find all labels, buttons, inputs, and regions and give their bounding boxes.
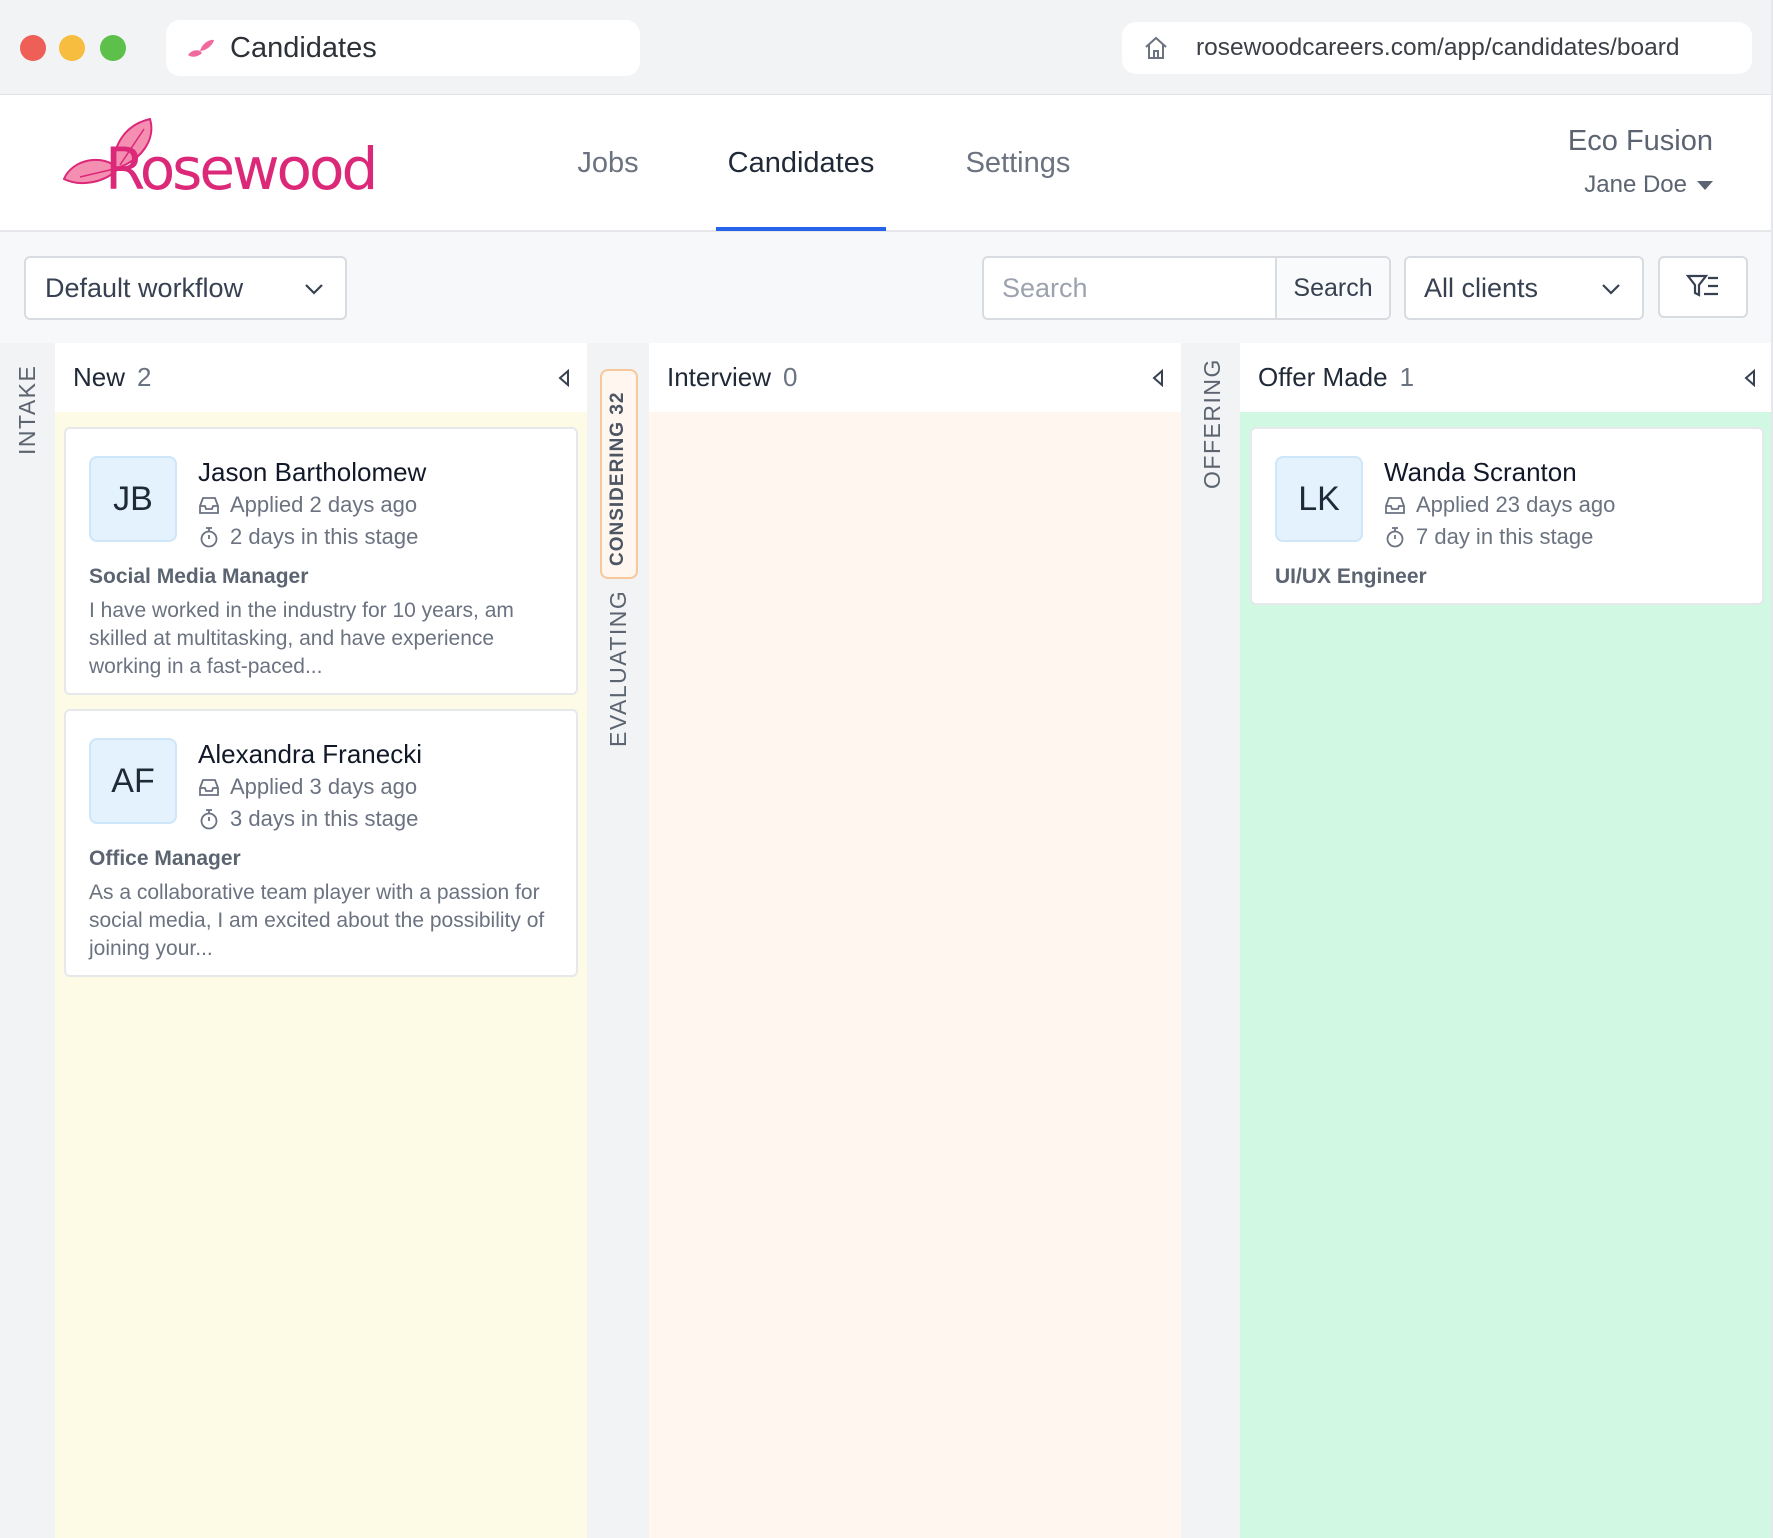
applied-text: Applied 23 days ago bbox=[1416, 492, 1616, 517]
stage-time-text: 2 days in this stage bbox=[230, 524, 419, 549]
app-header: Rosewood Jobs Candidates Settings Eco Fu… bbox=[0, 95, 1771, 232]
column-title: Interview bbox=[667, 362, 772, 392]
home-icon[interactable] bbox=[1142, 34, 1170, 62]
logo-wordmark: Rosewood bbox=[105, 135, 378, 203]
board-toolbar: Default workflow Search All clients bbox=[0, 232, 1771, 343]
chevron-down-icon bbox=[1602, 284, 1620, 295]
stopwatch-icon bbox=[200, 527, 218, 548]
candidate-board: INTAKE New 2 JB Jason Bartholomew Applie… bbox=[0, 343, 1771, 1538]
column-new: New 2 JB Jason Bartholomew Applied 2 day… bbox=[55, 343, 587, 1538]
group-rail-offering: OFFERING bbox=[1181, 343, 1240, 1538]
inbox-icon bbox=[199, 779, 219, 796]
browser-chrome: Candidates rosewoodcareers.com/app/candi… bbox=[0, 0, 1771, 95]
column-header-new: New 2 bbox=[55, 343, 587, 412]
column-title: New bbox=[73, 362, 126, 392]
stopwatch-icon bbox=[1386, 527, 1404, 548]
workflow-select[interactable]: Default workflow bbox=[24, 256, 347, 320]
filter-button[interactable] bbox=[1658, 256, 1748, 318]
company-name: Eco Fusion bbox=[1567, 125, 1713, 157]
nav-jobs[interactable]: Jobs bbox=[560, 95, 656, 232]
clients-select-value: All clients bbox=[1424, 272, 1539, 303]
minimize-window-button[interactable] bbox=[59, 35, 85, 61]
filter-list-icon bbox=[1686, 274, 1718, 297]
caret-down-icon bbox=[1697, 180, 1713, 190]
column-count: 1 bbox=[1399, 362, 1415, 392]
close-window-button[interactable] bbox=[20, 35, 46, 61]
applied-meta: Applied 2 days ago bbox=[198, 492, 417, 518]
avatar: AF bbox=[89, 738, 177, 824]
inbox-icon bbox=[199, 497, 219, 514]
column-header-offer-made: Offer Made 1 bbox=[1240, 343, 1771, 412]
search-button[interactable]: Search bbox=[1275, 258, 1389, 318]
column-title: Offer Made bbox=[1258, 362, 1388, 392]
candidate-name[interactable]: Alexandra Franecki bbox=[198, 739, 422, 770]
search-group: Search bbox=[982, 256, 1391, 320]
candidate-card[interactable]: JB Jason Bartholomew Applied 2 days ago … bbox=[64, 427, 578, 695]
chevron-down-icon bbox=[305, 284, 323, 295]
collapsed-stage-considering[interactable]: CONSIDERING 32 bbox=[600, 369, 638, 579]
group-label-offering: OFFERING bbox=[1199, 358, 1225, 489]
inbox-icon bbox=[1385, 497, 1405, 514]
column-count: 2 bbox=[137, 362, 152, 392]
stage-time-text: 7 day in this stage bbox=[1416, 524, 1594, 549]
group-rail-intake: INTAKE bbox=[0, 343, 55, 1538]
stopwatch-icon bbox=[200, 809, 218, 830]
candidate-role: UI/UX Engineer bbox=[1275, 565, 1427, 588]
nav-candidates[interactable]: Candidates bbox=[716, 95, 886, 232]
applied-meta: Applied 3 days ago bbox=[198, 774, 417, 800]
avatar: JB bbox=[89, 456, 177, 542]
applied-text: Applied 2 days ago bbox=[230, 492, 418, 517]
stage-time-meta: 2 days in this stage bbox=[198, 524, 418, 550]
candidate-name[interactable]: Jason Bartholomew bbox=[198, 457, 426, 488]
applied-meta: Applied 23 days ago bbox=[1384, 492, 1615, 518]
collapse-left-icon[interactable] bbox=[557, 369, 571, 387]
stage-time-meta: 7 day in this stage bbox=[1384, 524, 1593, 550]
tab-title: Candidates bbox=[230, 31, 377, 64]
user-name: Jane Doe bbox=[1584, 171, 1687, 198]
url-text: rosewoodcareers.com/app/candidates/board bbox=[1196, 34, 1680, 61]
nav-settings[interactable]: Settings bbox=[955, 95, 1081, 232]
browser-window: Candidates rosewoodcareers.com/app/candi… bbox=[0, 0, 1773, 1538]
applied-text: Applied 3 days ago bbox=[230, 774, 418, 799]
stage-time-text: 3 days in this stage bbox=[230, 806, 419, 831]
user-menu[interactable]: Jane Doe bbox=[1584, 171, 1713, 199]
group-label-intake: INTAKE bbox=[14, 364, 40, 455]
workflow-select-value: Default workflow bbox=[45, 272, 244, 303]
column-count: 0 bbox=[783, 362, 798, 392]
maximize-window-button[interactable] bbox=[100, 35, 126, 61]
candidate-name[interactable]: Wanda Scranton bbox=[1384, 457, 1577, 488]
column-interview: Interview 0 bbox=[649, 343, 1181, 1538]
search-input[interactable] bbox=[984, 258, 1275, 318]
candidate-card[interactable]: AF Alexandra Franecki Applied 3 days ago… bbox=[64, 709, 578, 977]
browser-tab[interactable]: Candidates bbox=[166, 20, 640, 76]
column-header-interview: Interview 0 bbox=[649, 343, 1181, 412]
address-bar[interactable]: rosewoodcareers.com/app/candidates/board bbox=[1122, 22, 1752, 74]
candidate-summary: I have worked in the industry for 10 yea… bbox=[89, 599, 514, 678]
column-body-interview bbox=[649, 412, 1181, 1538]
active-nav-indicator bbox=[716, 227, 886, 231]
candidate-role: Office Manager bbox=[89, 847, 241, 870]
group-label-evaluating: EVALUATING bbox=[605, 589, 631, 747]
collapsed-stage-label: CONSIDERING 32 bbox=[607, 391, 628, 566]
candidate-card[interactable]: LK Wanda Scranton Applied 23 days ago 7 … bbox=[1250, 427, 1764, 605]
stage-time-meta: 3 days in this stage bbox=[198, 806, 418, 832]
candidate-summary: As a collaborative team player with a pa… bbox=[89, 881, 545, 960]
avatar: LK bbox=[1275, 456, 1363, 542]
column-offer-made: Offer Made 1 LK Wanda Scranton Applied 2… bbox=[1240, 343, 1771, 1538]
column-body-new: JB Jason Bartholomew Applied 2 days ago … bbox=[55, 412, 587, 1538]
rosewood-favicon-icon bbox=[188, 39, 214, 57]
collapse-left-icon[interactable] bbox=[1743, 369, 1757, 387]
column-body-offer-made: LK Wanda Scranton Applied 23 days ago 7 … bbox=[1240, 412, 1771, 1538]
candidate-role: Social Media Manager bbox=[89, 565, 309, 588]
collapse-left-icon[interactable] bbox=[1151, 369, 1165, 387]
clients-select[interactable]: All clients bbox=[1404, 256, 1644, 320]
